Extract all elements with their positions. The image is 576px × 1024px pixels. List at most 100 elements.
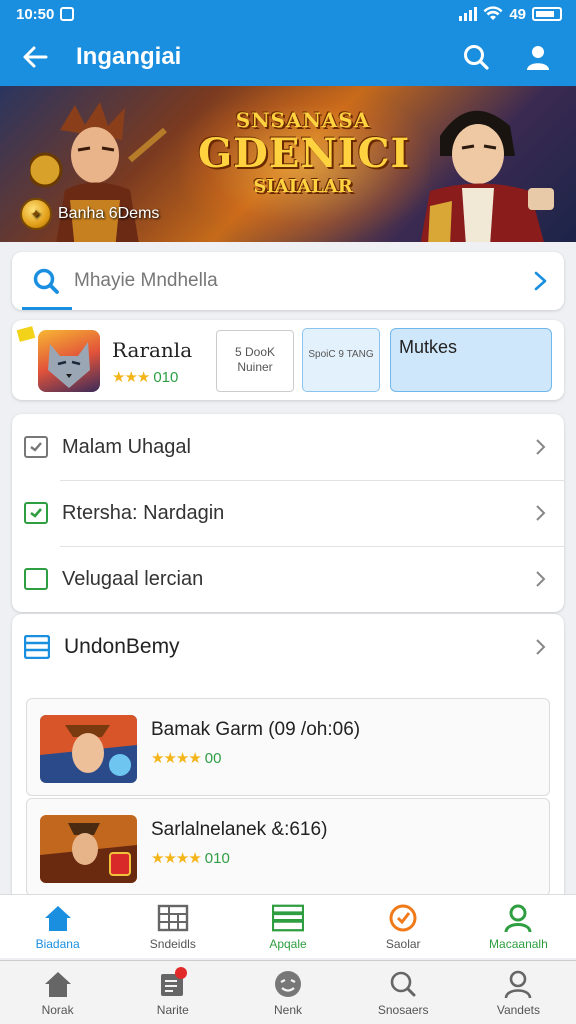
coin-icon: ✦ xyxy=(20,198,52,230)
face-icon xyxy=(272,969,304,999)
clock-icon xyxy=(387,903,419,933)
game-name: Bamak Garm (09 /oh:06) xyxy=(151,719,361,740)
tab-grid[interactable]: Sndeidls xyxy=(115,895,230,958)
game-art-icon xyxy=(40,715,137,783)
tab-label: Biadana xyxy=(35,936,80,951)
battery-percent: 49 xyxy=(509,5,526,23)
notification-icon xyxy=(60,7,75,21)
battery-icon xyxy=(532,7,562,21)
menu-item-2[interactable]: Rtersha: Nardagin xyxy=(12,480,564,546)
section-header[interactable]: UndonBemy xyxy=(12,614,564,680)
search-button[interactable] xyxy=(458,39,494,75)
game-thumbnail xyxy=(40,715,137,783)
mini-card-3[interactable]: Mutkes xyxy=(390,328,552,392)
home-icon xyxy=(42,969,74,999)
mini-card-2[interactable]: SpoiC 9 TANG xyxy=(302,328,380,392)
search-icon xyxy=(387,969,419,999)
search-field[interactable]: Mhayie Mndhella xyxy=(12,252,564,310)
notes-icon xyxy=(157,966,189,999)
user-icon xyxy=(502,969,534,999)
mini-card-1[interactable]: 5 DooK Nuiner xyxy=(216,330,294,392)
featured-game-name: Raranla xyxy=(112,338,193,362)
tab-label: Macaanalh xyxy=(489,936,548,951)
tab-label: Apqale xyxy=(269,936,307,951)
menu-item-label: Velugaal lercian xyxy=(62,567,204,590)
menu-item-label: Rtersha: Nardagin xyxy=(62,501,225,524)
secondary-tab-bar: Norak Narite Nenk Snosaers Vandets xyxy=(0,960,576,1024)
menu-item-1[interactable]: Malam Uhagal xyxy=(12,414,564,480)
wolf-icon xyxy=(48,342,90,388)
featured-game-rating: ★★★ 010 xyxy=(112,368,178,386)
tab-label: Vandets xyxy=(496,1002,540,1017)
signal-icon xyxy=(459,7,478,21)
tab-face-secondary[interactable]: Nenk xyxy=(230,961,345,1024)
settings-menu: Malam Uhagal Rtersha: Nardagin Velugaal … xyxy=(12,414,564,612)
tab-home-secondary[interactable]: Norak xyxy=(0,961,115,1024)
tab-label: Sndeidls xyxy=(149,936,196,951)
checkbox-icon xyxy=(24,436,48,458)
chevron-right-icon xyxy=(536,571,546,587)
corner-badge-icon xyxy=(16,326,36,342)
featured-game-thumbnail[interactable] xyxy=(38,330,100,392)
status-right: 49 xyxy=(459,6,562,23)
arrow-left-icon xyxy=(23,46,48,68)
status-time: 10:50 xyxy=(16,5,55,23)
stars-icon: ★★★★ xyxy=(151,750,202,767)
checkbox-empty-icon xyxy=(24,568,48,590)
profile-button[interactable] xyxy=(520,39,556,75)
tab-notes-secondary[interactable]: Narite xyxy=(115,961,230,1024)
tab-label: Nenk xyxy=(274,1002,303,1017)
search-placeholder: Mhayie Mndhella xyxy=(74,270,218,291)
chevron-right-icon xyxy=(536,439,546,455)
menu-item-3[interactable]: Velugaal lercian xyxy=(12,546,564,612)
headline-main: GDENICI xyxy=(198,130,411,177)
status-bar: 10:50 49 xyxy=(0,0,576,28)
back-button[interactable] xyxy=(20,42,50,72)
tab-label: Narite xyxy=(156,1002,189,1017)
banner-headline: SNSANASA GDENICI SIAIALAR xyxy=(198,108,411,197)
featured-strip: Raranla ★★★ 010 5 DooK Nuiner SpoiC 9 TAN… xyxy=(12,320,564,400)
headline-top: SNSANASA xyxy=(235,108,371,132)
game-card[interactable]: Bamak Garm (09 /oh:06) ★★★★ 00 xyxy=(26,698,550,796)
featured-rating-value: 010 xyxy=(153,369,179,386)
notification-dot xyxy=(174,966,187,979)
user-icon xyxy=(527,46,549,70)
hero-right-illustration xyxy=(420,110,554,242)
menu-item-label: Malam Uhagal xyxy=(62,435,191,458)
game-rating-value: 010 xyxy=(204,850,230,867)
user-icon xyxy=(502,903,534,933)
promo-banner[interactable]: SNSANASA GDENICI SIAIALAR ✦ Banha 6Dems xyxy=(0,86,576,242)
tab-profile[interactable]: Macaanalh xyxy=(461,895,576,958)
tab-clock[interactable]: Saolar xyxy=(346,895,461,958)
tab-search-secondary[interactable]: Snosaers xyxy=(346,961,461,1024)
banner-caption: ✦ Banha 6Dems xyxy=(20,198,159,230)
stars-icon: ★★★★ xyxy=(151,850,202,867)
grid-icon xyxy=(157,903,189,933)
checkbox-checked-icon xyxy=(24,502,48,524)
list-icon xyxy=(24,635,50,659)
games-section: UndonBemy Bamak Garm (09 /oh:06) ★★★★ 00 … xyxy=(12,614,564,904)
app-bar: Ingangiai xyxy=(0,28,576,86)
game-card[interactable]: Sarlalnelanek &:616) ★★★★ 010 xyxy=(26,798,550,896)
chevron-right-icon xyxy=(536,639,546,655)
game-art-icon xyxy=(40,815,137,883)
banner-caption-text: Banha 6Dems xyxy=(58,205,160,222)
headline-bottom: SIAIALAR xyxy=(253,176,353,197)
home-icon xyxy=(42,903,74,933)
tab-profile-secondary[interactable]: Vandets xyxy=(461,961,576,1024)
game-rating-value: 00 xyxy=(204,750,222,767)
stars-icon: ★★★ xyxy=(112,369,150,386)
chevron-right-icon xyxy=(534,271,547,291)
search-icon xyxy=(464,45,489,70)
tab-list[interactable]: Apqale xyxy=(230,895,345,958)
tab-label: Norak xyxy=(41,1002,74,1017)
game-name: Sarlalnelanek &:616) xyxy=(151,819,328,840)
search-icon xyxy=(33,268,59,294)
tab-label: Saolar xyxy=(385,936,421,951)
search-underline xyxy=(22,307,72,310)
game-thumbnail xyxy=(40,815,137,883)
page-title: Ingangiai xyxy=(76,43,182,70)
tab-home[interactable]: Biadana xyxy=(0,895,115,958)
section-title: UndonBemy xyxy=(64,635,180,658)
chevron-right-icon xyxy=(536,505,546,521)
